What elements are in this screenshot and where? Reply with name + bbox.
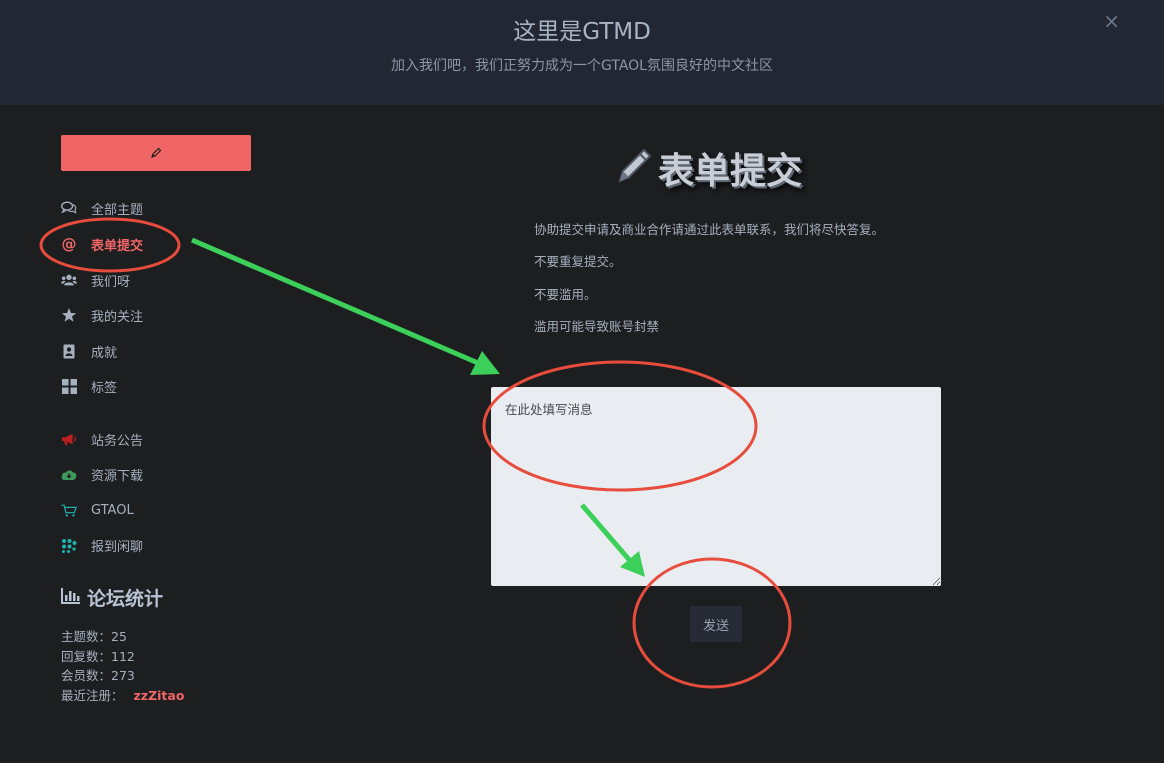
description-line: 滥用可能导致账号封禁: [534, 319, 660, 334]
pencil-icon: [150, 144, 162, 163]
sidebar-item-announcements[interactable]: 站务公告: [61, 428, 143, 450]
stat-latest-label: 最近注册：: [61, 688, 124, 703]
description-line: 不要滥用。: [534, 287, 597, 302]
sidebar-item-label: 站务公告: [91, 433, 144, 449]
stat-replies-label: 回复数：: [61, 649, 112, 664]
annotation-arrow-to-textarea: [191, 237, 500, 375]
bar-chart-icon: [61, 587, 81, 609]
sidebar-item-following[interactable]: 我的关注: [61, 304, 143, 326]
description-line: 协助提交申请及商业合作请通过此表单联系，我们将尽快答复。: [534, 222, 885, 237]
annotation-overlay: [39, 217, 792, 689]
stat-members-value: 273: [111, 668, 135, 683]
stat-topics-value: 25: [111, 629, 127, 644]
hero-subtitle: 加入我们吧，我们正努力成为一个GTAOL氛围良好的中文社区: [391, 58, 773, 74]
sidebar-item-label: 资源下载: [91, 468, 144, 484]
stat-topics: 主题数：25: [61, 626, 127, 645]
sidebar-item-all-topics[interactable]: 全部主题: [61, 197, 143, 219]
star-icon: [61, 307, 77, 323]
stats-title: 论坛统计: [87, 588, 164, 610]
sidebar-item-gtaol[interactable]: GTAOL: [61, 499, 134, 521]
users-icon: [61, 272, 77, 288]
stat-members-label: 会员数：: [61, 668, 112, 683]
hero-title: 这里是GTMD: [513, 19, 651, 45]
chat-dots-icon: [61, 537, 77, 553]
tags-grid-icon: [61, 378, 77, 394]
stat-replies: 回复数：112: [61, 646, 135, 665]
latest-user-link[interactable]: zzZitao: [134, 688, 185, 703]
stats-heading: 论坛统计: [61, 584, 163, 611]
sidebar-item-label: 成就: [91, 345, 118, 361]
pencil-icon: [612, 145, 654, 191]
sidebar-item-label: 我的关注: [91, 309, 144, 325]
at-icon: @: [61, 235, 77, 253]
sidebar-item-achievements[interactable]: 成就: [61, 340, 117, 362]
sidebar-item-form-submit[interactable]: @ 表单提交: [61, 233, 144, 255]
sidebar-item-downloads[interactable]: 资源下载: [61, 463, 143, 485]
hero-banner: 这里是GTMD 加入我们吧，我们正努力成为一个GTAOL氛围良好的中文社区 ×: [0, 0, 1164, 105]
sidebar-item-label: GTAOL: [91, 502, 134, 518]
badge-icon: [61, 343, 77, 359]
description-line: 不要重复提交。: [534, 254, 622, 269]
sidebar-item-about-us[interactable]: 我们呀: [61, 269, 130, 291]
cart-icon: [61, 502, 77, 518]
send-button[interactable]: 发送: [690, 606, 742, 642]
stat-members: 会员数：273: [61, 665, 135, 684]
cloud-download-icon: [61, 466, 77, 482]
stat-topics-label: 主题数：: [61, 629, 112, 644]
sidebar-item-tags[interactable]: 标签: [61, 375, 117, 397]
new-discussion-button[interactable]: [61, 135, 251, 171]
sidebar-item-label: 标签: [91, 380, 118, 396]
sidebar-item-label: 全部主题: [91, 202, 144, 218]
page-title-text: 表单提交: [658, 150, 803, 192]
sidebar-item-label: 报到闲聊: [91, 539, 144, 555]
sidebar-item-checkin-chat[interactable]: 报到闲聊: [61, 534, 143, 556]
megaphone-icon: [61, 431, 77, 447]
close-icon[interactable]: ×: [1103, 9, 1120, 33]
sidebar-item-label: 我们呀: [91, 274, 131, 290]
message-textarea[interactable]: [491, 387, 941, 586]
page-title: 表单提交: [612, 143, 802, 193]
stat-latest: 最近注册： zzZitao: [61, 685, 184, 704]
sidebar-item-label: 表单提交: [91, 238, 144, 254]
comments-icon: [61, 200, 77, 216]
stat-replies-value: 112: [111, 649, 135, 664]
